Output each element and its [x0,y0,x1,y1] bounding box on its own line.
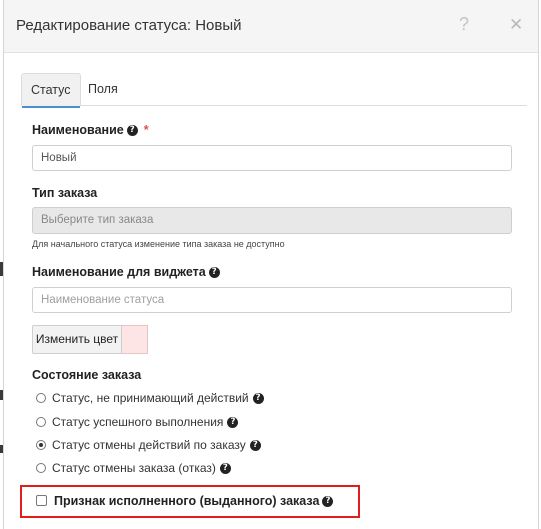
modal-header: Редактирование статуса: Новый ? ✕ [4,0,538,53]
color-swatch[interactable] [122,325,148,354]
radio-button[interactable] [36,463,46,473]
question-icon[interactable]: ? [459,14,469,35]
completed-order-checkbox-row[interactable]: Признак исполненного (выданного) заказа? [36,494,334,508]
help-icon[interactable]: ? [126,125,138,137]
widget-name-label-text: Наименование для виджета [32,265,206,279]
radio-option-no-actions[interactable]: Статус, не принимающий действий? [36,391,264,405]
completed-order-label: Признак исполненного (выданного) заказа [54,494,320,508]
order-type-help: Для начального статуса изменение типа за… [32,239,285,249]
help-icon[interactable]: ? [249,440,261,452]
help-icon[interactable]: ? [252,393,264,405]
widget-name-placeholder: Наименование статуса [41,294,165,306]
help-icon[interactable]: ? [322,496,334,508]
close-icon[interactable]: ✕ [509,15,523,35]
radio-button-checked[interactable] [36,440,46,450]
name-input[interactable]: Новый [32,145,512,171]
help-icon[interactable]: ? [227,417,239,429]
order-type-label: Тип заказа [32,186,98,200]
edit-status-modal: Редактирование статуса: Новый ? ✕ Статус… [3,0,539,529]
radio-option-success[interactable]: Статус успешного выполнения? [36,415,239,429]
order-type-select[interactable]: Выберите тип заказа [32,207,512,234]
order-type-placeholder: Выберите тип заказа [41,214,154,226]
order-state-label: Состояние заказа [32,368,142,382]
radio-label: Статус успешного выполнения [52,415,224,429]
radio-label: Статус отмены действий по заказу [52,438,246,452]
tab-status[interactable]: Статус [21,73,81,108]
name-input-value: Новый [41,152,77,164]
help-icon[interactable]: ? [219,463,231,475]
required-mark: * [143,123,149,137]
tab-bar: Статус Поля [21,73,527,108]
widget-name-label: Наименование для виджета? [32,265,220,279]
radio-label: Статус, не принимающий действий [52,391,249,405]
change-color-button[interactable]: Изменить цвет [32,325,122,354]
radio-label: Статус отмены заказа (отказ) [52,461,216,475]
radio-option-cancel-order[interactable]: Статус отмены заказа (отказ)? [36,461,231,475]
radio-button[interactable] [36,393,46,403]
modal-title: Редактирование статуса: Новый [16,17,242,34]
widget-name-input[interactable]: Наименование статуса [32,287,512,313]
radio-button[interactable] [36,417,46,427]
name-label: Наименование? * [32,123,149,137]
name-label-text: Наименование [32,123,124,137]
help-icon[interactable]: ? [208,267,220,279]
tab-fields[interactable]: Поля [79,73,127,106]
completed-order-checkbox[interactable] [36,495,47,506]
radio-option-cancel-actions[interactable]: Статус отмены действий по заказу? [36,438,261,452]
